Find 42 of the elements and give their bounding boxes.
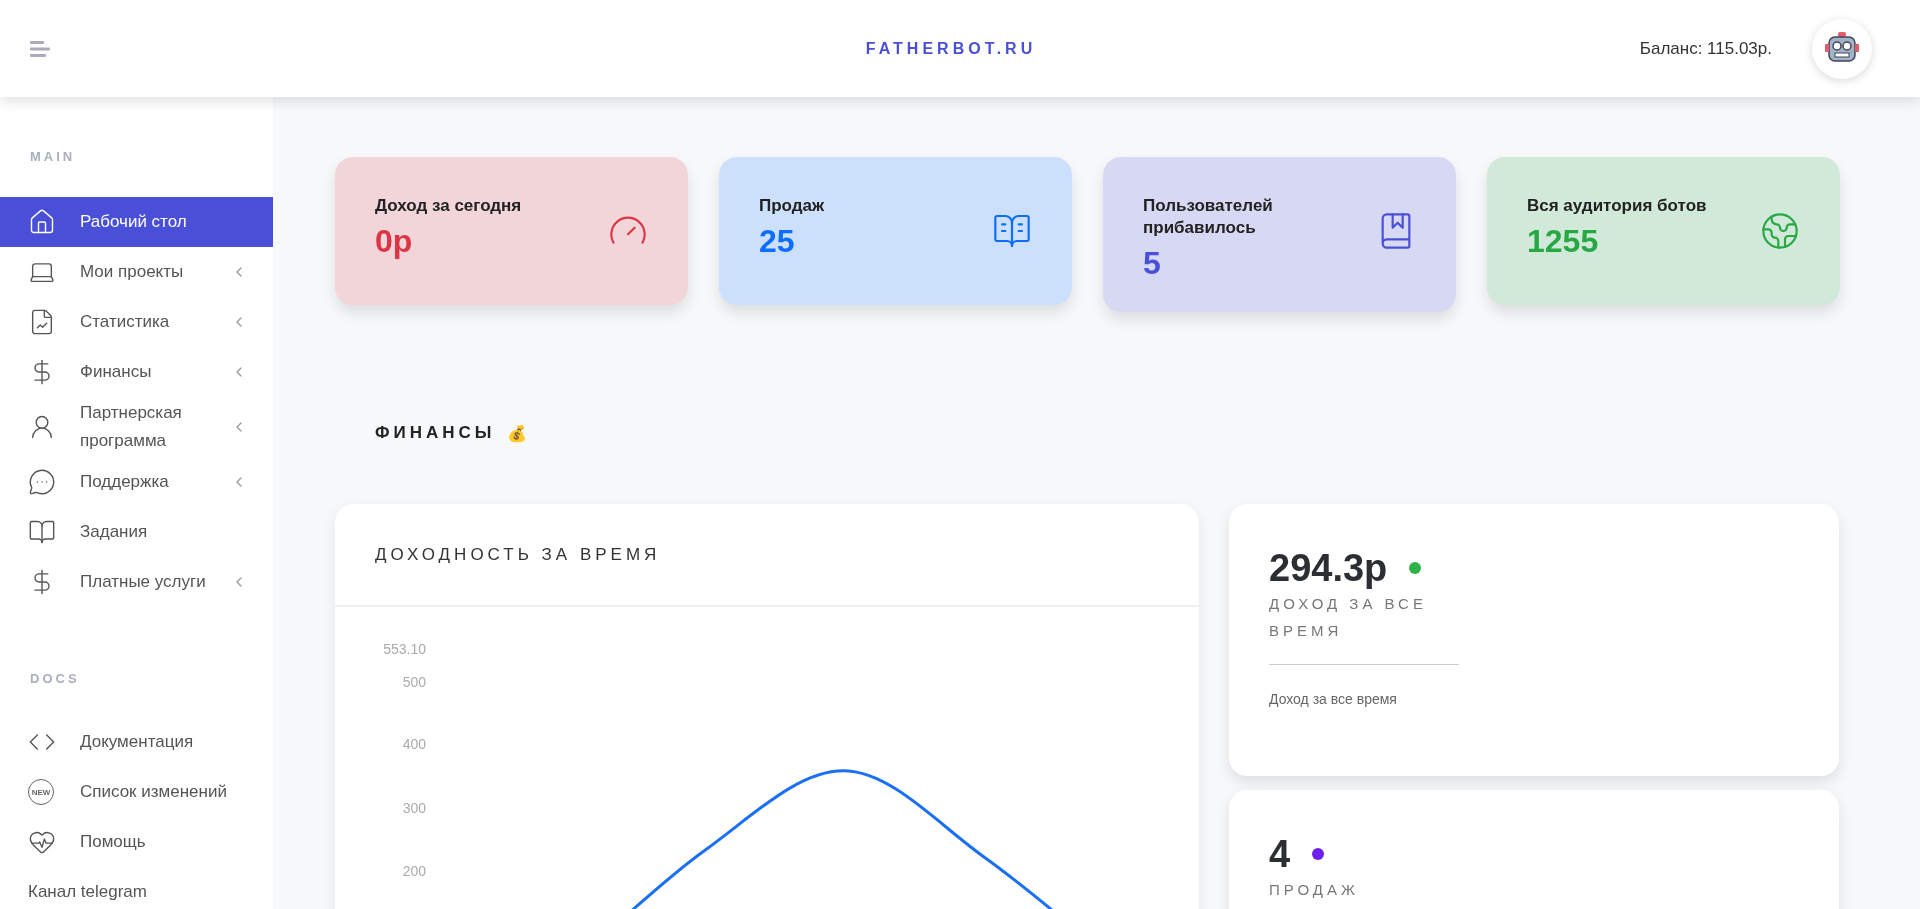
- summary-note: Доход за все время: [1269, 691, 1398, 707]
- book-icon: [28, 518, 56, 546]
- axis-tick-label: 500: [402, 674, 426, 690]
- sidebar-item[interactable]: Документация: [0, 717, 273, 767]
- stat-value: 25: [759, 223, 796, 260]
- stat-title: Доход за сегодня: [375, 195, 522, 217]
- globe-icon: [1760, 211, 1800, 251]
- sidebar-item[interactable]: Помощь: [0, 817, 273, 867]
- stat-title: Вся аудитория ботов: [1527, 195, 1707, 217]
- summary-value: 4: [1269, 834, 1291, 874]
- sidebar-item[interactable]: Задания: [0, 507, 273, 557]
- axis-tick-label: 400: [402, 736, 426, 752]
- axis-tick-label: 200: [402, 863, 426, 879]
- section-heading: ФИНАНСЫ: [375, 423, 496, 443]
- sidebar-item[interactable]: Мои проекты: [0, 247, 273, 297]
- sidebar-item[interactable]: NEW Список изменений: [0, 767, 273, 817]
- section-title: MAIN: [29, 148, 77, 166]
- sidebar-item[interactable]: Статистика: [0, 297, 273, 347]
- home-icon: [28, 208, 56, 236]
- sidebar-item[interactable]: Канал telegram: [0, 867, 273, 909]
- sidebar-item[interactable]: Поддержка: [0, 457, 273, 507]
- axis-tick-label: 553.10: [383, 641, 426, 657]
- sidebar-item[interactable]: Партнерская программа: [0, 397, 273, 457]
- chart-title: ДОХОДНОСТЬ ЗА ВРЕМЯ: [335, 504, 1199, 607]
- sidebar-item[interactable]: Платные услуги: [0, 557, 273, 607]
- summary-label: ПРОДАЖ: [1269, 880, 1360, 900]
- stat-value: 1255: [1527, 223, 1600, 260]
- stat-value: 5: [1143, 245, 1162, 282]
- balance-text: Баланс: 115.03р.: [1639, 38, 1772, 59]
- money-bag-icon: 💰: [507, 423, 528, 443]
- sidebar-item[interactable]: Рабочий стол: [0, 197, 273, 247]
- stat-title: Пользователей прибавилось: [1143, 195, 1274, 239]
- user-avatar[interactable]: [1812, 18, 1872, 79]
- site-logo-text: FATHERBOT.RU: [865, 39, 1037, 58]
- chat-icon: [28, 468, 56, 496]
- axis-tick-label: 300: [402, 800, 426, 816]
- summary-value: 294.3р: [1269, 548, 1388, 588]
- section-title: DOCS: [29, 670, 81, 688]
- sidebar-item[interactable]: Финансы: [0, 347, 273, 397]
- stat-value: 0р: [375, 223, 414, 260]
- summary-label: ДОХОД ЗА ВСЕ ВРЕМЯ: [1269, 594, 1428, 641]
- stat-title: Продаж: [759, 195, 825, 217]
